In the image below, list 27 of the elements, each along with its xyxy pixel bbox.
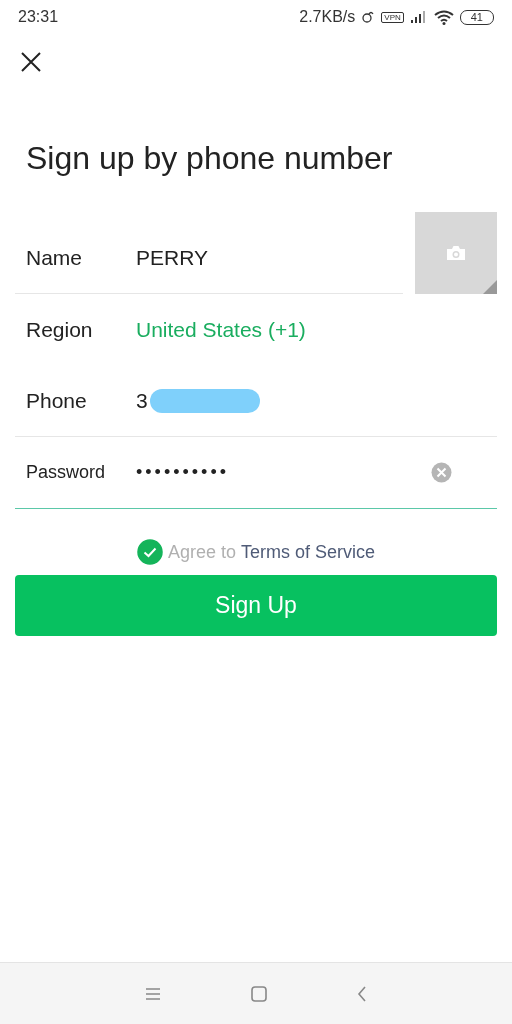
phone-field[interactable]: 3 bbox=[136, 388, 148, 413]
field-label: Region bbox=[26, 317, 94, 342]
status-time: 23:31 bbox=[18, 8, 59, 26]
field-label: Password bbox=[26, 462, 107, 483]
vpn-badge: VPN bbox=[381, 11, 404, 23]
field-label: Name bbox=[26, 245, 84, 270]
field-label: Phone bbox=[26, 388, 88, 413]
avatar-picker[interactable] bbox=[415, 212, 497, 294]
password-field[interactable]: Password •••••••••• bbox=[15, 437, 497, 509]
home-icon[interactable] bbox=[251, 985, 267, 1002]
clear-icon[interactable] bbox=[431, 462, 452, 483]
name-field[interactable]: PERRY bbox=[136, 245, 208, 270]
password-value: •••••••••• bbox=[136, 462, 230, 483]
menu-icon[interactable] bbox=[145, 986, 161, 1001]
battery-indicator: 41 bbox=[459, 9, 494, 25]
network-speed: 2.7KB/s bbox=[299, 8, 356, 26]
wifi-icon bbox=[433, 9, 454, 25]
agree-text: Agree to bbox=[167, 541, 236, 563]
corner-mark bbox=[483, 280, 497, 294]
agree-checkbox[interactable] bbox=[136, 539, 163, 565]
signal-icon bbox=[409, 11, 428, 23]
page-title: Sign up by phone number bbox=[26, 139, 394, 178]
sync-icon bbox=[361, 10, 376, 24]
back-icon[interactable] bbox=[357, 985, 367, 1002]
close-icon[interactable] bbox=[21, 52, 41, 72]
camera-icon bbox=[446, 245, 466, 261]
terms-link[interactable]: Terms of Service bbox=[241, 541, 376, 563]
